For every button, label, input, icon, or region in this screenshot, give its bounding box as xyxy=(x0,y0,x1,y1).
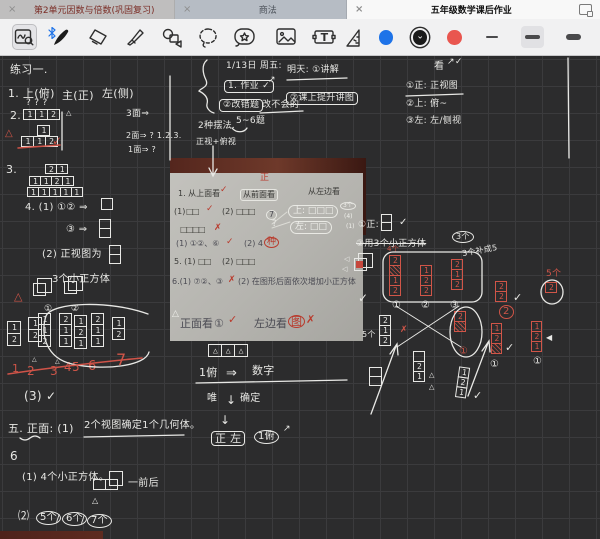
photo-text: ① xyxy=(214,318,224,329)
text-tool-label: T xyxy=(321,31,329,44)
photo-text: □□□ xyxy=(236,208,254,216)
sticker-tool[interactable] xyxy=(233,24,258,50)
photo-text: (2) 在图形后面依次增加小正方体 xyxy=(238,278,356,286)
drawing-toolbar: T ⌄ xyxy=(0,19,600,56)
photo-text: ✓ xyxy=(228,314,237,325)
photo-text: (1) xyxy=(174,208,185,216)
photo-text: 5. (1) xyxy=(174,258,196,266)
ruler-tool[interactable] xyxy=(345,24,361,50)
pen-tool[interactable] xyxy=(49,24,74,50)
blue-color-swatch[interactable] xyxy=(379,30,393,45)
photo-text: △ xyxy=(172,310,179,319)
photo-items: 1. 从上面看✓正从前面看从左边看(1)□□✓(2)□□□7□□□□✗上: □□… xyxy=(170,158,366,341)
bluetooth-icon xyxy=(48,24,57,43)
photo-text: □□ xyxy=(198,258,210,266)
photo-text: (1) ①②、⑥ xyxy=(176,240,219,248)
lasso-tool[interactable] xyxy=(196,24,221,50)
photo-text: □□□ xyxy=(236,258,254,266)
photo-text: ✓ xyxy=(220,186,228,195)
photo-text: □□□□ xyxy=(180,226,204,234)
tab-label: 第2单元因数与倍数(巩固复习) xyxy=(22,3,166,16)
tab-unit2-factors[interactable]: × 第2单元因数与倍数(巩固复习) xyxy=(0,0,175,19)
photo-text: 左: □□ xyxy=(290,221,332,234)
stroke-thin[interactable] xyxy=(481,26,504,48)
photo-text: 正 xyxy=(260,174,269,183)
photo-text: (1) xyxy=(346,224,355,230)
worksheet-photo[interactable]: 1. 从上面看✓正从前面看从左边看(1)□□✓(2)□□□7□□□□✗上: □□… xyxy=(170,158,366,341)
photo-text: (2) 4 xyxy=(244,240,263,248)
chevron-down-icon: ⌄ xyxy=(416,32,424,42)
close-icon[interactable]: × xyxy=(183,4,191,15)
tab-grade5-homework-active[interactable]: × 五年级数学课后作业 xyxy=(347,0,600,19)
close-icon[interactable]: × xyxy=(8,4,16,15)
photo-text: (2) xyxy=(222,258,233,266)
photo-text: 从前面看 xyxy=(240,189,278,201)
photo-text: 正面看 xyxy=(180,318,213,329)
photo-text: 上: □□□ xyxy=(288,205,338,218)
close-icon[interactable]: × xyxy=(355,4,363,15)
photo-text: □□ xyxy=(186,208,198,216)
photo-text: 从左边看 xyxy=(308,188,340,196)
photo-text: (4) xyxy=(344,214,353,220)
stroke-medium-selected[interactable] xyxy=(521,26,544,48)
tab-shangfa[interactable]: × 商法 xyxy=(175,0,347,19)
red-color-swatch[interactable] xyxy=(447,30,461,45)
tab-bar: × 第2单元因数与倍数(巩固复习) × 商法 × 五年级数学课后作业 xyxy=(0,0,600,19)
highlighter-tool[interactable] xyxy=(122,24,147,50)
photo-text: ✗ xyxy=(214,224,222,233)
stroke-thick[interactable] xyxy=(562,26,585,48)
photo-text: 左边看 xyxy=(254,318,287,329)
black-color-swatch-selected[interactable]: ⌄ xyxy=(413,30,427,45)
photo-text: ? xyxy=(272,220,277,229)
photo-text: ✗ xyxy=(228,276,236,285)
tab-label: 商法 xyxy=(197,3,338,16)
shapes-tool[interactable] xyxy=(159,24,184,50)
text-tool[interactable]: T xyxy=(312,24,337,50)
photo-text: 3个 xyxy=(340,202,356,210)
capture-tool[interactable] xyxy=(12,24,37,50)
photo-text: 种 xyxy=(264,237,279,248)
photo-text: 1. 从上面看 xyxy=(178,190,220,198)
tab-label: 五年级数学课后作业 xyxy=(369,3,573,16)
new-window-icon[interactable] xyxy=(579,4,592,15)
image-tool[interactable] xyxy=(273,24,298,50)
photo-text: ✗ xyxy=(306,314,315,325)
desk-photo-edge xyxy=(0,531,103,539)
photo-text: 图 xyxy=(288,315,305,328)
photo-text: (2) xyxy=(222,208,233,216)
photo-text: ✓ xyxy=(206,205,214,214)
photo-text: 6.(1) ⑦②、③ xyxy=(172,278,223,286)
eraser-tool[interactable] xyxy=(86,24,111,50)
photo-text: ✓ xyxy=(226,238,234,247)
